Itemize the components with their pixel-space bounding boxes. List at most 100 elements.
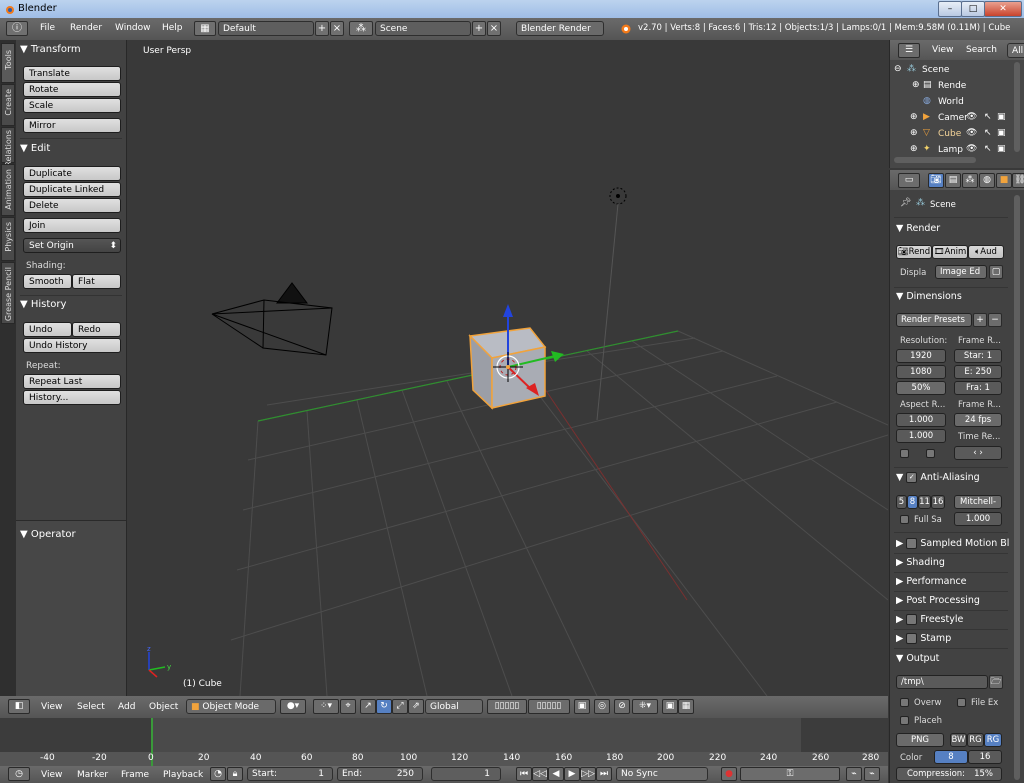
close-button[interactable]: ✕ (984, 1, 1022, 17)
outliner-row-scene[interactable]: ⊖ ⁂ Scene (890, 62, 1012, 78)
post-processing-panel-header[interactable]: ▶ Post Processing (896, 595, 980, 606)
aa-samples-5[interactable]: 5 (896, 495, 907, 509)
duplicate-linked-button[interactable]: Duplicate Linked (23, 182, 121, 197)
resolution-x-field[interactable]: 1920 (896, 349, 946, 363)
menu-window[interactable]: Window (115, 23, 151, 33)
anti-aliasing-panel-header[interactable]: ▼ ✓ Anti-Aliasing (896, 472, 980, 483)
tab-animation[interactable]: Animation (1, 164, 15, 216)
tab-grease-pencil[interactable]: Grease Pencil (1, 262, 15, 324)
insert-keyframe-icon[interactable]: ⌁ (846, 767, 862, 781)
overwrite-checkbox[interactable] (900, 698, 909, 707)
minimize-button[interactable]: – (938, 1, 962, 17)
outliner-row-cube[interactable]: ⊕ ▽ Cube 👁︎ ↖ ▣ (890, 126, 1012, 142)
jump-start-icon[interactable]: ⏮ (516, 767, 532, 781)
tab-physics[interactable]: Physics (1, 217, 15, 261)
placeholders-checkbox[interactable] (900, 716, 909, 725)
shading-panel-header[interactable]: ▶ Shading (896, 557, 945, 568)
timeline-menu-view[interactable]: View (41, 770, 62, 780)
aa-filter-size-field[interactable]: 1.000 (954, 512, 1002, 526)
add-layout-button[interactable]: + (315, 21, 329, 36)
render-panel-header[interactable]: ▼ Render (896, 223, 940, 234)
tab-constraints-icon[interactable]: ⛓︎ (1012, 173, 1024, 188)
resolution-percentage-field[interactable]: 50% (896, 381, 946, 395)
tab-tools[interactable]: Tools (1, 43, 15, 83)
undo-button[interactable]: Undo (23, 322, 72, 337)
undo-history-button[interactable]: Undo History (23, 338, 121, 353)
snap-toggle-icon[interactable]: ⊘ (614, 699, 630, 714)
layer-lock-icon[interactable]: ▣ (574, 699, 590, 714)
scene-icon[interactable]: ⁂ (349, 21, 373, 36)
frame-end-field[interactable]: E: 250 (954, 365, 1002, 379)
interaction-mode-select[interactable]: ■ Object Mode (186, 699, 276, 714)
play-icon[interactable]: ▶ (564, 767, 580, 781)
render-animation-button[interactable]: 🎞︎Anim (932, 245, 968, 259)
timeline-editor[interactable]: -40 -20 0 20 40 60 80 100 120 140 160 18… (0, 718, 888, 766)
scene-canvas[interactable]: z y (127, 40, 888, 696)
play-reverse-icon[interactable]: ◀ (548, 767, 564, 781)
sync-mode-select[interactable]: No Sync (616, 767, 708, 781)
manipulator-scale-icon[interactable]: ⤢ (392, 699, 408, 714)
aspect-y-field[interactable]: 1.000 (896, 429, 946, 443)
manipulator-translate-icon[interactable]: ↗ (360, 699, 376, 714)
timeline-ruler[interactable] (0, 752, 888, 766)
browse-folder-icon[interactable]: 🗁︎ (989, 675, 1003, 689)
color-depth-8[interactable]: 8 (934, 750, 968, 764)
aa-samples-11[interactable]: 11 (918, 495, 931, 509)
outliner-vertical-scrollbar[interactable] (1014, 62, 1020, 152)
crop-checkbox[interactable] (926, 449, 935, 458)
render-image-button[interactable]: 📷︎Rend (896, 245, 932, 259)
manipulator-rotate-icon[interactable]: ↻ (376, 699, 392, 714)
color-mode-rgba[interactable]: RG (984, 733, 1002, 747)
tab-render-icon[interactable]: 📷︎ (928, 173, 944, 188)
set-origin-dropdown[interactable]: Set Origin ⬍ (23, 238, 121, 253)
operator-panel-header[interactable]: ▼ Operator (20, 529, 76, 540)
performance-panel-header[interactable]: ▶ Performance (896, 576, 967, 587)
outliner-row-world[interactable]: ◍ World (890, 94, 1012, 110)
aa-samples-16[interactable]: 16 (931, 495, 945, 509)
scene-field[interactable]: Scene (375, 21, 471, 36)
resolution-y-field[interactable]: 1080 (896, 365, 946, 379)
translate-button[interactable]: Translate (23, 66, 121, 81)
outliner-menu-view[interactable]: View (932, 45, 953, 55)
scale-button[interactable]: Scale (23, 98, 121, 113)
display-select[interactable]: Image Ed (935, 265, 987, 279)
viewport-shading-icon[interactable]: ●▾ (280, 699, 306, 714)
layers-row-2[interactable]: ▯▯▯▯▯ (528, 699, 570, 714)
menu-select[interactable]: Select (77, 702, 105, 712)
freestyle-panel-header[interactable]: ▶ Freestyle (896, 614, 963, 625)
properties-scrollbar[interactable] (1014, 195, 1020, 780)
keying-set-field[interactable]: ⚿ (740, 767, 840, 781)
timeline-menu-playback[interactable]: Playback (163, 770, 203, 780)
tab-scene-icon[interactable]: ⁂ (962, 173, 978, 188)
aa-samples-8[interactable]: 8 (907, 495, 918, 509)
history-panel-header[interactable]: ▼ History (20, 299, 66, 310)
border-checkbox[interactable] (900, 449, 909, 458)
editor-type-properties-icon[interactable]: ▭ (898, 173, 920, 188)
maximize-button[interactable]: □ (961, 1, 985, 17)
tab-relations[interactable]: Relations (1, 127, 15, 167)
frame-rate-select[interactable]: 24 fps (954, 413, 1002, 427)
output-path-field[interactable]: /tmp\ (896, 675, 988, 689)
jump-keyframe-back-icon[interactable]: ◁◁ (532, 767, 548, 781)
join-button[interactable]: Join (23, 218, 121, 233)
compression-field[interactable]: Compression: 15% (896, 767, 1002, 781)
delete-keyframe-icon[interactable]: ⌁ (864, 767, 880, 781)
pivot-point-icon[interactable]: ⁘▾ (313, 699, 339, 714)
stamp-panel-header[interactable]: ▶ Stamp (896, 633, 951, 644)
flat-shading-button[interactable]: Flat (72, 274, 121, 289)
aa-filter-select[interactable]: Mitchell- (954, 495, 1002, 509)
frame-start-field[interactable]: Star: 1 (954, 349, 1002, 363)
screen-layout-icon[interactable]: ▦ (194, 21, 216, 36)
pin-icon[interactable]: 📌︎ (900, 198, 911, 208)
timeline-menu-marker[interactable]: Marker (77, 770, 108, 780)
file-format-select[interactable]: PNG (896, 733, 944, 747)
smooth-shading-button[interactable]: Smooth (23, 274, 72, 289)
lamp-object[interactable] (596, 187, 627, 421)
editor-type-3d-icon[interactable]: ◧ (8, 699, 30, 714)
manipulator-toggle-icon[interactable]: ⌖ (340, 699, 356, 714)
current-frame-field[interactable]: 1 (431, 767, 501, 781)
lock-interface-icon[interactable]: ▢ (989, 265, 1003, 279)
timeline-menu-frame[interactable]: Frame (121, 770, 149, 780)
color-depth-16[interactable]: 16 (968, 750, 1002, 764)
tab-create[interactable]: Create (1, 84, 15, 126)
